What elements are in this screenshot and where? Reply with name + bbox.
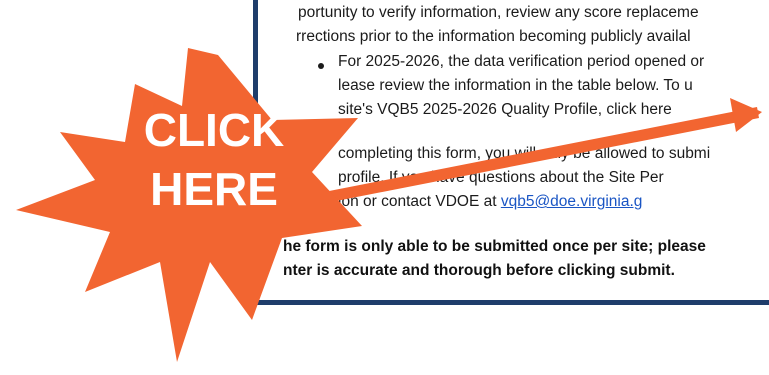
screenshot-stage: portunity to verify information, review … — [0, 0, 769, 375]
callout-overlay: CLICK HERE — [16, 48, 762, 362]
click-label: CLICK — [144, 104, 285, 156]
arrow-head-icon — [730, 98, 762, 132]
here-label: HERE — [150, 163, 278, 215]
